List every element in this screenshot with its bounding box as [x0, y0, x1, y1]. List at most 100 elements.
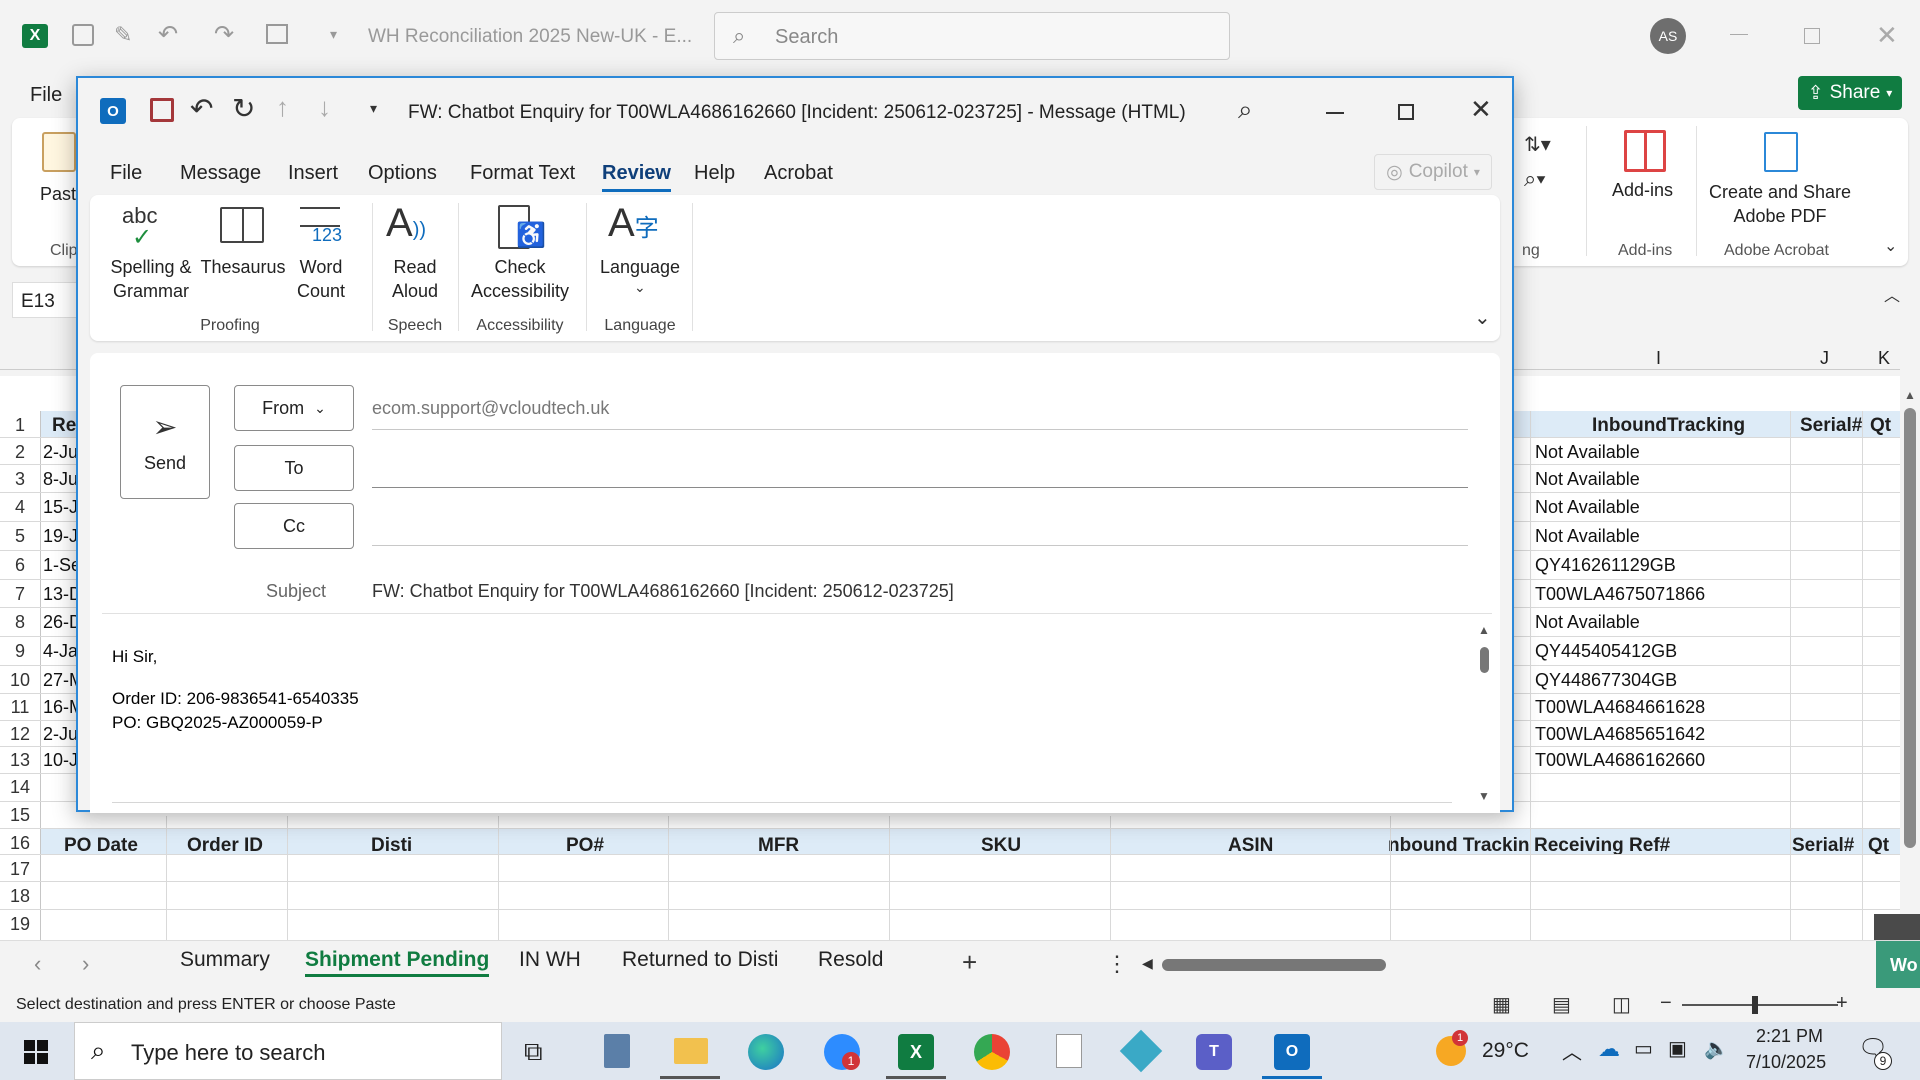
find-icon[interactable]: ⌕▾ [1524, 166, 1546, 192]
calculator-icon[interactable] [604, 1034, 630, 1068]
customize-qat-icon[interactable]: ▾ [370, 100, 377, 117]
network-icon[interactable]: ▣ [1668, 1036, 1687, 1061]
share-button[interactable]: ⇪ Share ▾ [1798, 76, 1902, 110]
from-button[interactable]: From ⌄ [234, 385, 354, 431]
prev-sheet-icon[interactable]: ‹ [34, 951, 41, 977]
cell-a[interactable]: 15-J [43, 497, 78, 518]
row-number[interactable]: 16 [0, 833, 40, 854]
row-number[interactable]: 14 [0, 777, 40, 798]
row-number[interactable]: 12 [0, 724, 40, 745]
hscroll-left-icon[interactable]: ◀ [1142, 955, 1153, 972]
outlook-taskbar-icon[interactable]: O [1274, 1034, 1310, 1070]
zoom-in-icon[interactable]: + [1836, 992, 1848, 1015]
row-number[interactable]: 6 [0, 555, 40, 576]
to-button[interactable]: To [234, 445, 354, 491]
temperature[interactable]: 29°C [1482, 1039, 1529, 1063]
thesaurus-button[interactable]: Thesaurus [198, 255, 288, 279]
cell-inbound-tracking[interactable]: T00WLA4675071866 [1535, 584, 1705, 605]
spelling-grammar-button[interactable]: Spelling & Grammar [96, 255, 206, 303]
tab-format-text[interactable]: Format Text [470, 162, 575, 185]
next-sheet-icon[interactable]: › [82, 951, 89, 977]
tab-help[interactable]: Help [694, 162, 735, 185]
row-number[interactable]: 4 [0, 497, 40, 518]
create-share-pdf-label[interactable]: Create and Share Adobe PDF [1700, 180, 1860, 228]
zoom-slider[interactable] [1682, 1004, 1838, 1006]
cell-a[interactable]: 10-J [43, 750, 78, 771]
taskbar-search-box[interactable]: ⌕ Type here to search [74, 1022, 502, 1080]
tab-acrobat[interactable]: Acrobat [764, 162, 833, 185]
check-accessibility-button[interactable]: Check Accessibility [460, 255, 580, 303]
cell-inbound-tracking[interactable]: T00WLA4684661628 [1535, 697, 1705, 718]
row-number[interactable]: 1 [0, 415, 40, 436]
scroll-up-icon[interactable]: ▲ [1478, 623, 1490, 637]
brush-icon[interactable]: ✎ [114, 22, 132, 48]
vertical-scrollbar[interactable]: ▲ [1900, 376, 1920, 940]
autosave-icon[interactable] [72, 24, 94, 46]
cell-inbound-tracking[interactable]: QY445405412GB [1535, 641, 1677, 662]
scroll-down-icon[interactable]: ▼ [1478, 789, 1490, 803]
next-item-icon[interactable]: ↓ [318, 92, 331, 123]
horizontal-scroll-thumb[interactable] [1162, 959, 1386, 971]
app-diamond-icon[interactable] [1119, 1029, 1163, 1073]
minimize-icon[interactable] [1326, 112, 1344, 114]
zoom-slider-thumb[interactable] [1752, 996, 1758, 1014]
cell-a[interactable]: 2-Ju [43, 724, 78, 745]
search-icon[interactable]: ⌕ [1238, 94, 1253, 126]
minimize-icon[interactable] [1730, 34, 1748, 35]
row-number[interactable]: 11 [0, 697, 40, 718]
tab-insert[interactable]: Insert [288, 162, 338, 185]
tab-review[interactable]: Review [602, 162, 671, 192]
excel-search-box[interactable]: ⌕ Search [714, 12, 1230, 60]
quick-access-icon[interactable] [266, 24, 288, 44]
tab-in-wh[interactable]: IN WH [519, 948, 581, 972]
body-scrollbar[interactable]: ▲ ▼ [1476, 623, 1492, 803]
task-view-icon[interactable]: ⧉ [524, 1036, 543, 1068]
scroll-up-icon[interactable]: ▲ [1904, 388, 1916, 402]
addins-label[interactable]: Add-ins [1612, 180, 1673, 201]
windows-start-icon[interactable] [24, 1040, 48, 1064]
zoom-out-icon[interactable]: − [1660, 992, 1672, 1015]
cell-a[interactable]: 19-J [43, 526, 78, 547]
add-sheet-icon[interactable]: + [962, 947, 977, 978]
tab-message[interactable]: Message [180, 162, 261, 185]
cell-inbound-tracking[interactable]: QY448677304GB [1535, 670, 1677, 691]
avatar[interactable]: AS [1650, 18, 1686, 54]
tray-chevron-icon[interactable]: ︿ [1562, 1036, 1582, 1065]
row-number[interactable]: 13 [0, 750, 40, 771]
sort-filter-icon[interactable]: ⇅▾ [1524, 132, 1551, 157]
create-pdf-icon[interactable] [1764, 132, 1798, 172]
row-number[interactable]: 8 [0, 612, 40, 633]
column-header-j[interactable]: J [1820, 348, 1829, 369]
column-header-i[interactable]: I [1656, 348, 1661, 369]
cell-inbound-tracking[interactable]: T00WLA4686162660 [1535, 750, 1705, 771]
cell-a[interactable]: 2-Ju [43, 442, 78, 463]
row-number[interactable]: 7 [0, 584, 40, 605]
ribbon-collapse-icon[interactable]: ⌄ [1474, 305, 1491, 330]
excel-taskbar-icon[interactable]: X [898, 1034, 934, 1070]
battery-icon[interactable]: ▭ [1634, 1036, 1653, 1061]
paste-icon[interactable] [42, 132, 76, 172]
maximize-icon[interactable] [1398, 104, 1414, 120]
cell-inbound-tracking[interactable]: T00WLA4685651642 [1535, 724, 1705, 745]
restore-icon[interactable] [1804, 28, 1820, 44]
volume-icon[interactable]: 🔈 [1704, 1036, 1729, 1061]
copilot-button[interactable]: ◎ Copilot ▾ [1374, 154, 1492, 190]
redo-icon[interactable]: ↷ [214, 20, 234, 49]
cell-inbound-tracking[interactable]: Not Available [1535, 612, 1640, 633]
chevron-down-icon[interactable]: ⌄ [634, 279, 646, 296]
customize-qat-icon[interactable]: ▾ [330, 26, 337, 43]
row-number[interactable]: 3 [0, 469, 40, 490]
send-button[interactable]: ➢ Send [120, 385, 210, 499]
onedrive-icon[interactable]: ☁ [1598, 1036, 1620, 1062]
message-body[interactable]: Hi Sir, Order ID: 206-9836541-6540335 PO… [102, 623, 1462, 813]
page-break-icon[interactable]: ◫ [1612, 992, 1631, 1017]
cc-input[interactable] [372, 503, 1468, 547]
scroll-thumb[interactable] [1480, 647, 1489, 673]
tab-returned-to-disti[interactable]: Returned to Disti [622, 948, 778, 972]
cell-a[interactable]: 4-Ja [43, 641, 78, 662]
read-aloud-button[interactable]: Read Aloud [380, 255, 450, 303]
cell-inbound-tracking[interactable]: QY416261129GB [1535, 555, 1676, 576]
clock-time[interactable]: 2:21 PM [1756, 1026, 1823, 1047]
tab-shipment-pending[interactable]: Shipment Pending [305, 948, 490, 977]
chrome-icon[interactable] [974, 1034, 1010, 1070]
